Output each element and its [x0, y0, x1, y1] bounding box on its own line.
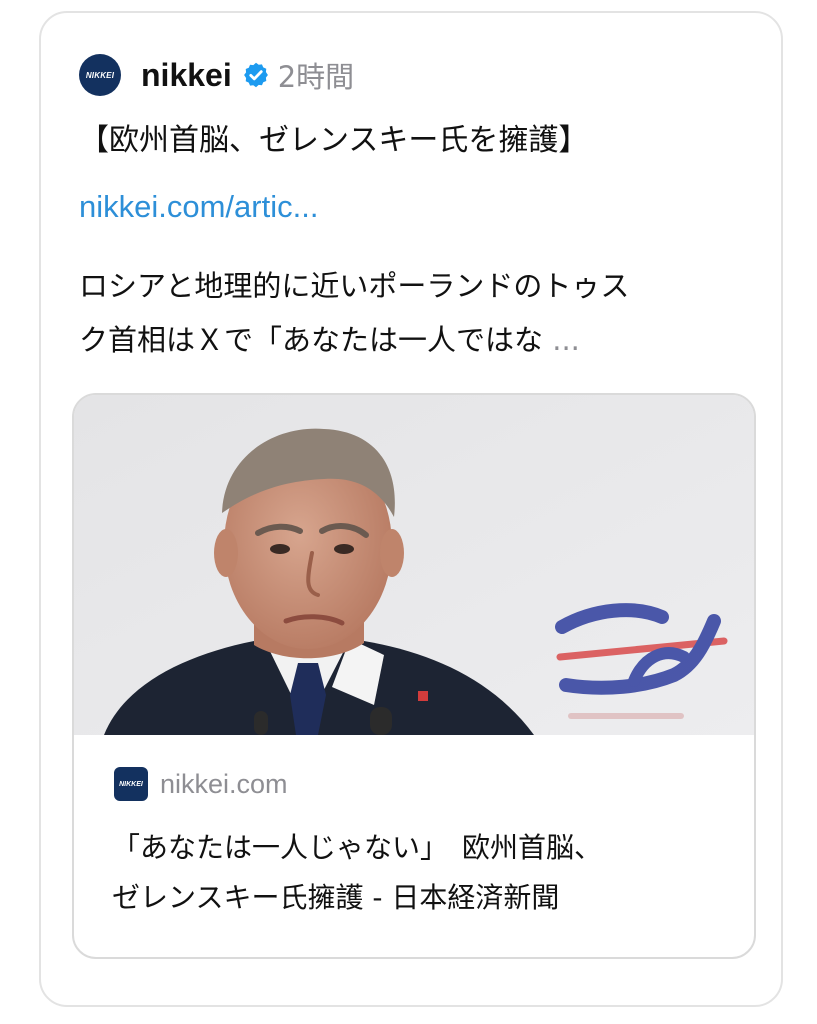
preview-source: NIKKEI nikkei.com — [114, 767, 288, 801]
post-body: ロシアと地理的に近いポーランドのトゥス ク首相はＸで「あなたは一人ではな ... — [79, 259, 749, 367]
link-preview-card[interactable]: NIKKEI nikkei.com 「あなたは一人じゃない」 欧州首脳、 ゼレン… — [72, 393, 756, 959]
post-timestamp: 2時間 — [277, 60, 355, 94]
post-card[interactable]: NIKKEI nikkei 2時間 【欧州首脳、ゼレンスキー氏を擁護】 nikk… — [39, 11, 783, 1007]
truncation-ellipsis: ... — [543, 323, 580, 357]
post-body-line-2: ク首相はＸで「あなたは一人ではな ... — [79, 313, 749, 367]
avatar[interactable]: NIKKEI — [79, 54, 121, 96]
preview-domain: nikkei.com — [160, 768, 288, 799]
preview-title-line-2: ゼレンスキー氏擁護 - 日本経済新聞 — [112, 881, 560, 914]
post-body-line-1: ロシアと地理的に近いポーランドのトゥス — [79, 269, 630, 303]
preview-title-line-1: 「あなたは一人じゃない」 欧州首脳、 — [112, 831, 603, 864]
post-headline: 【欧州首脳、ゼレンスキー氏を擁護】 — [79, 123, 589, 158]
article-photo[interactable] — [74, 395, 754, 735]
account-name[interactable]: nikkei — [141, 57, 232, 94]
nikkei-favicon-icon: NIKKEI — [114, 767, 148, 801]
article-photo-illustration — [74, 395, 754, 735]
verified-badge-icon — [242, 61, 270, 89]
article-link[interactable]: nikkei.com/artic... — [79, 187, 318, 227]
post-body-line-2-text: ク首相はＸで「あなたは一人ではな — [79, 323, 544, 357]
avatar-logo-text: NIKKEI — [85, 70, 115, 80]
favicon-logo-text: NIKKEI — [119, 780, 143, 788]
post-header: NIKKEI nikkei 2時間 — [79, 51, 354, 99]
preview-title[interactable]: 「あなたは一人じゃない」 欧州首脳、 ゼレンスキー氏擁護 - 日本経済新聞 — [112, 823, 732, 923]
